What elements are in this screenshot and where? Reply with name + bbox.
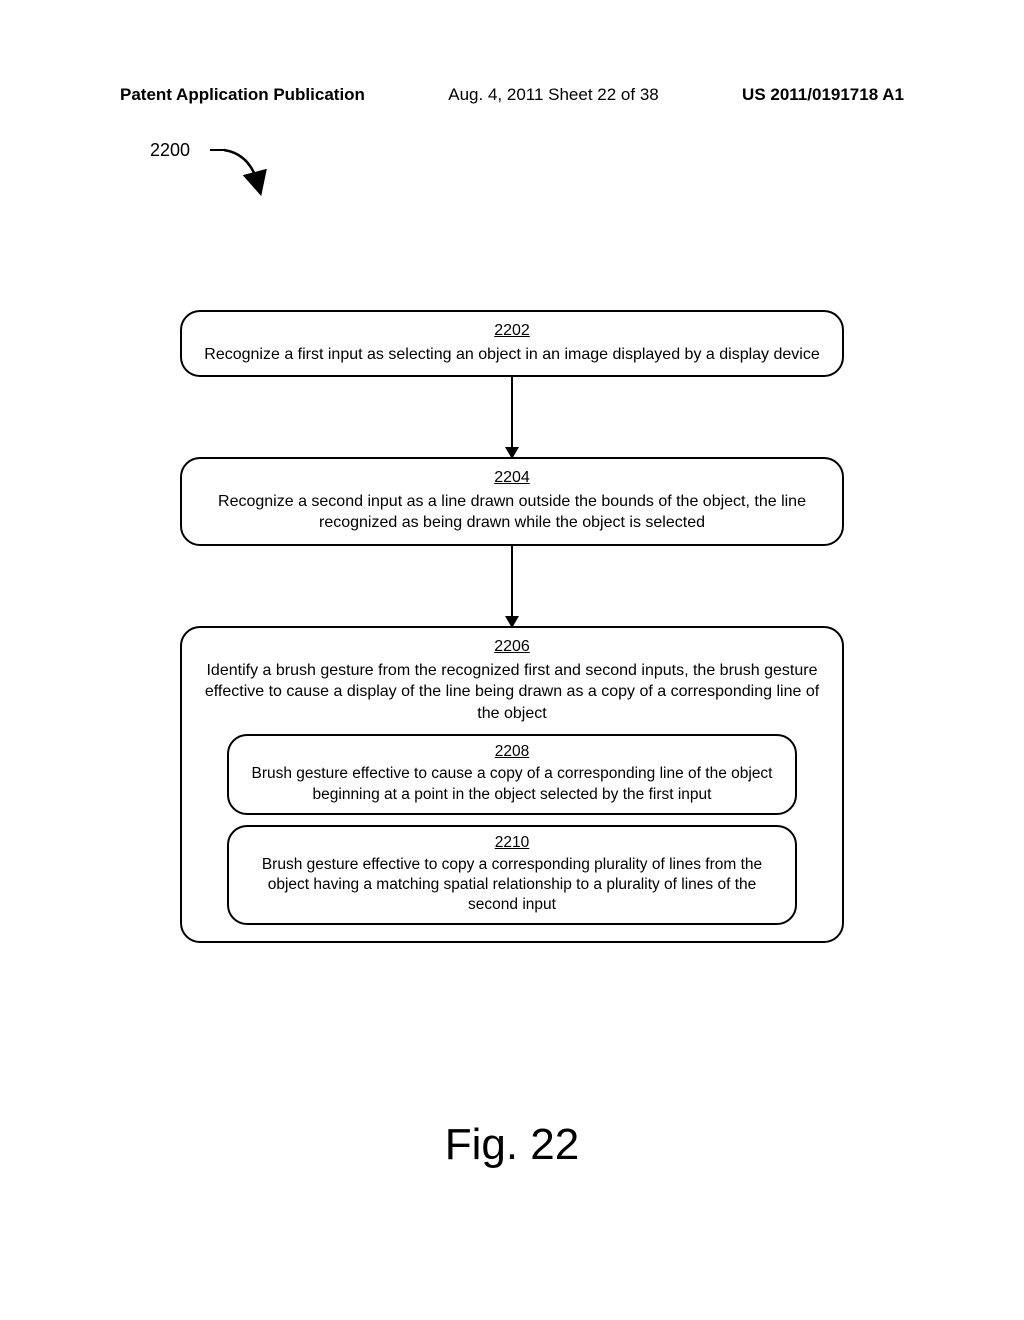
step-2208: 2208 Brush gesture effective to cause a … <box>227 734 797 814</box>
step-2202: 2202 Recognize a first input as selectin… <box>180 310 844 377</box>
step-2210: 2210 Brush gesture effective to copy a c… <box>227 825 797 926</box>
figure-ref-number: 2200 <box>150 140 190 160</box>
figure-label: Fig. 22 <box>0 1120 1024 1170</box>
header-mid: Aug. 4, 2011 Sheet 22 of 38 <box>448 85 658 105</box>
figure-reference: 2200 <box>150 140 190 161</box>
arrow-down-icon <box>511 546 513 626</box>
step-number: 2210 <box>243 833 781 853</box>
step-number: 2204 <box>196 467 828 489</box>
step-number: 2202 <box>196 320 828 342</box>
flowchart: 2202 Recognize a first input as selectin… <box>180 310 844 943</box>
step-2206: 2206 Identify a brush gesture from the r… <box>180 626 844 943</box>
reference-arrow-icon <box>210 146 270 196</box>
step-text: Brush gesture effective to copy a corres… <box>262 856 762 913</box>
step-text: Identify a brush gesture from the recogn… <box>205 662 819 722</box>
step-text: Recognize a second input as a line drawn… <box>218 493 806 532</box>
header-right: US 2011/0191718 A1 <box>742 85 904 105</box>
step-text: Recognize a first input as selecting an … <box>204 346 819 363</box>
arrow-down-icon <box>511 377 513 457</box>
step-text: Brush gesture effective to cause a copy … <box>251 765 772 802</box>
step-2204: 2204 Recognize a second input as a line … <box>180 457 844 546</box>
header-left: Patent Application Publication <box>120 85 365 105</box>
page-header: Patent Application Publication Aug. 4, 2… <box>0 85 1024 105</box>
step-number: 2208 <box>243 742 781 762</box>
step-number: 2206 <box>196 636 828 658</box>
